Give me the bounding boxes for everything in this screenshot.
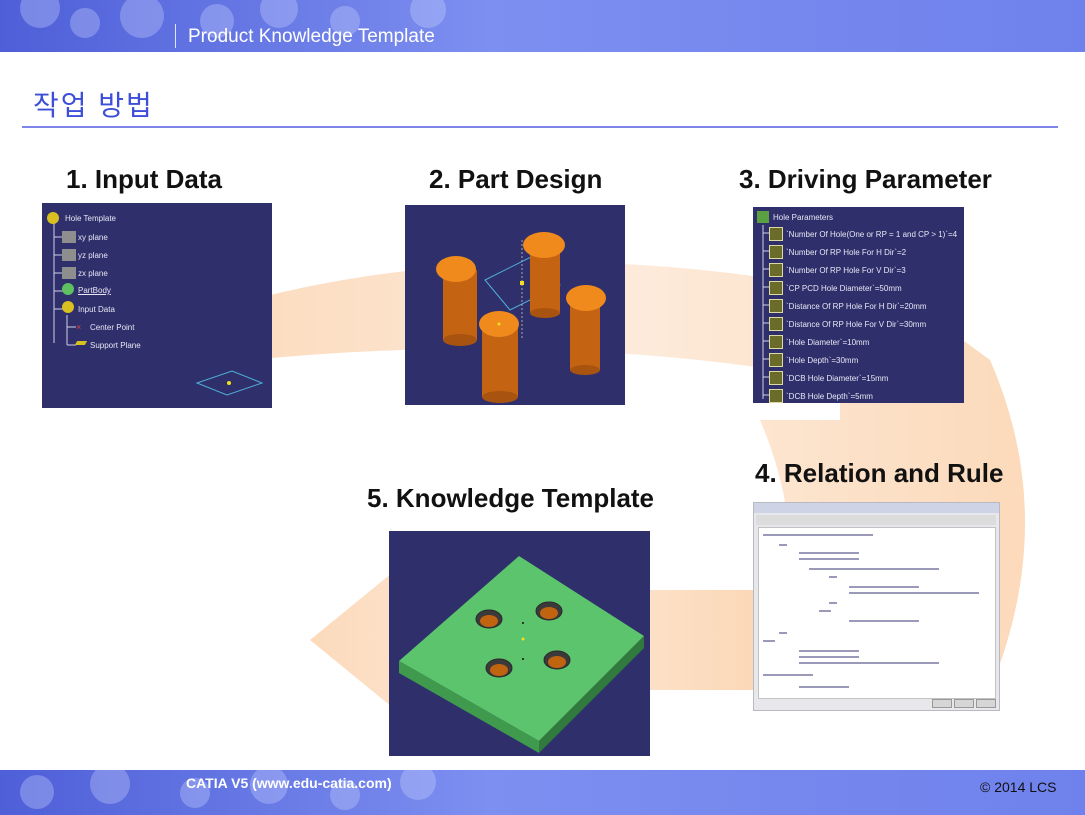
rule-editor-toolbar <box>756 515 996 525</box>
parameter-icon <box>769 335 783 349</box>
plane-icon <box>62 267 76 279</box>
driving-parameter-screenshot: Hole Parameters `Number Of Hole(One or R… <box>753 207 964 403</box>
tree-connectors <box>53 223 264 396</box>
plate-render <box>399 556 644 753</box>
input-data-tree-screenshot: Hole Template xy plane yz plane zx plane… <box>42 203 272 408</box>
step-4-label: 4. Relation and Rule <box>755 458 1004 488</box>
step-3-label: 3. Driving Parameter <box>739 164 992 194</box>
rule-editor-titlebar <box>754 503 999 513</box>
tree-item: Input Data <box>78 305 115 314</box>
step-1-label: 1. Input Data <box>66 164 223 194</box>
knowledge-template-screenshot <box>389 531 650 756</box>
part-design-screenshot <box>405 205 625 405</box>
step-2-label: 2. Part Design <box>429 164 603 194</box>
section-heading: 작업 방법 <box>33 90 154 121</box>
page-header-title: Product Knowledge Template <box>188 26 435 47</box>
gear-icon <box>47 212 59 224</box>
tree-item: Support Plane <box>90 341 141 350</box>
footer-bar <box>0 770 1085 815</box>
parameter-item: `Number Of RP Hole For H Dir`=2 <box>786 248 907 257</box>
footer-copyright: © 2014 LCS <box>980 779 1057 795</box>
parameter-icon <box>769 299 783 313</box>
tree-item: Center Point <box>90 323 135 332</box>
tree-item: xy plane <box>78 233 108 242</box>
parameter-icon <box>769 371 783 385</box>
parameter-item: `Hole Depth`=30mm <box>786 356 859 365</box>
header-divider <box>175 24 176 48</box>
heading-rule <box>22 126 1058 128</box>
cylinders-render <box>436 232 606 403</box>
parameter-item: `Distance Of RP Hole For H Dir`=20mm <box>786 302 927 311</box>
parameter-item: `DCB Hole Diameter`=15mm <box>786 374 889 383</box>
parameter-icon <box>769 281 783 295</box>
parameter-item: `Number Of Hole(One or RP = 1 and CP > 1… <box>786 230 958 239</box>
parameter-item: `Distance Of RP Hole For V Dir`=30mm <box>786 320 927 329</box>
apply-button[interactable] <box>954 699 974 708</box>
partbody-icon <box>62 283 74 295</box>
parameter-icon <box>769 227 783 241</box>
parameter-item: `CP PCD Hole Diameter`=50mm <box>786 284 902 293</box>
parameter-icon <box>769 353 783 367</box>
parameter-item: `Hole Diameter`=10mm <box>786 338 870 347</box>
ok-button[interactable] <box>932 699 952 708</box>
tree-item: yz plane <box>78 251 108 260</box>
parameter-icon <box>769 389 783 403</box>
header-bar <box>0 0 1085 52</box>
parameter-item: `Number Of RP Hole For V Dir`=3 <box>786 266 906 275</box>
parameter-icon <box>769 317 783 331</box>
cancel-button[interactable] <box>976 699 996 708</box>
parameter-icon <box>769 245 783 259</box>
footer-source: CATIA V5 (www.edu-catia.com) <box>186 775 392 791</box>
geometric-set-icon <box>62 301 74 313</box>
plane-icon <box>62 231 76 243</box>
tree-item: zx plane <box>78 269 108 278</box>
point-icon: × <box>76 322 82 332</box>
plane-icon <box>62 249 76 261</box>
parameter-item: `DCB Hole Depth`=5mm <box>786 392 873 401</box>
parameter-icon <box>769 263 783 277</box>
tree-root: Hole Template <box>65 214 116 223</box>
step-5-label: 5. Knowledge Template <box>367 483 655 513</box>
tree-item: PartBody <box>78 286 111 295</box>
rule-editor-screenshot <box>753 502 1000 711</box>
rule-editor-code-area <box>758 527 996 699</box>
